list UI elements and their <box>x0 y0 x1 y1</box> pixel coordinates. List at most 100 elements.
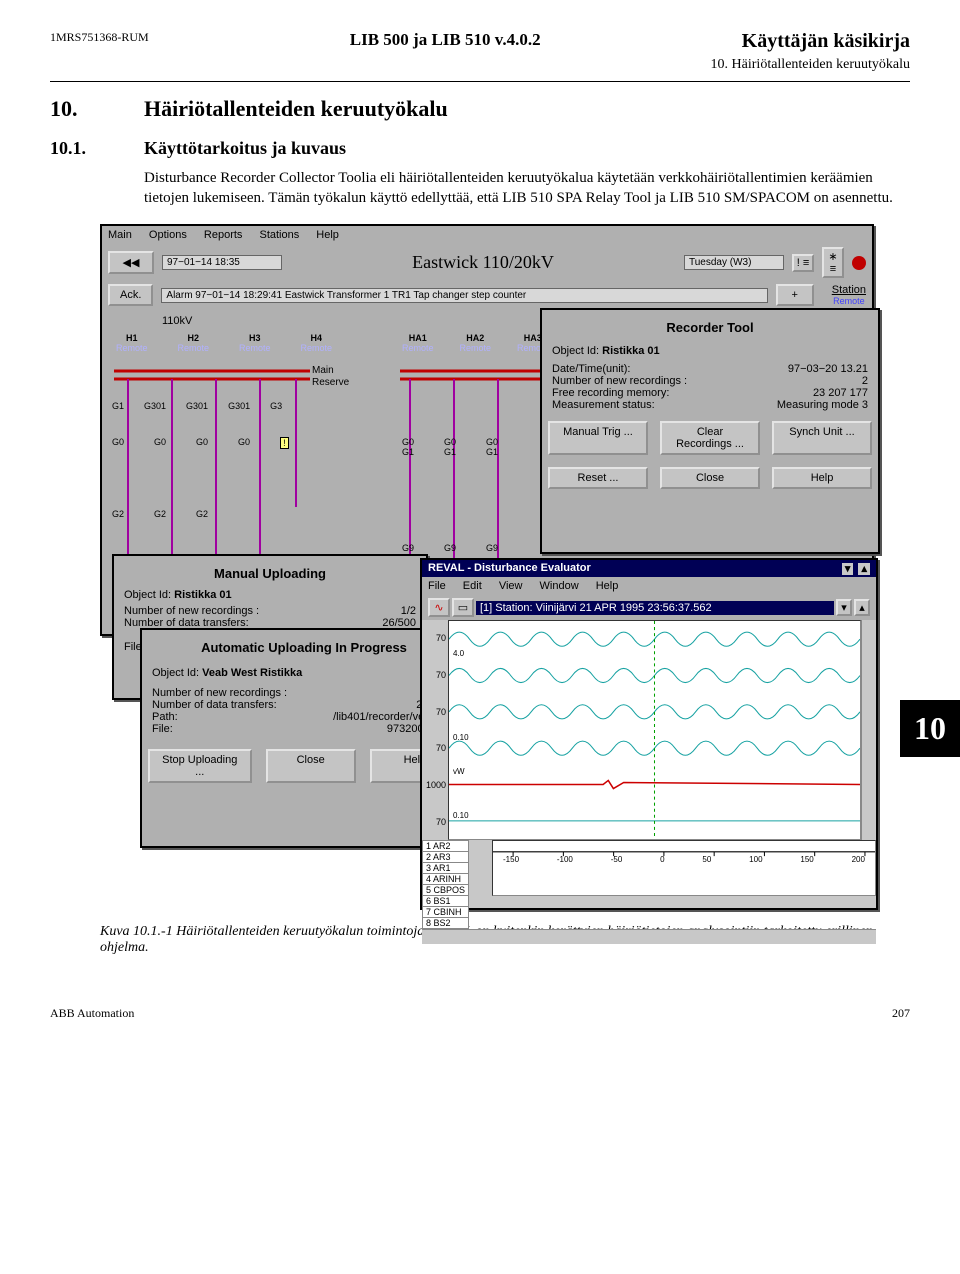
label-g301b: G301 <box>186 401 208 411</box>
reval-xtick: -150 <box>503 855 519 864</box>
lbl-g0f: G0 <box>444 437 456 447</box>
reval-menu-window[interactable]: Window <box>540 580 579 592</box>
reval-channel-row: 4 ARINH <box>423 874 469 885</box>
station-link[interactable]: Station <box>832 284 866 296</box>
alarm-led-icon <box>852 256 866 270</box>
lbl-g0g: G0 <box>486 437 498 447</box>
lbl-g0e: G0 <box>402 437 414 447</box>
stop-uploading-button[interactable]: Stop Uploading ... <box>148 749 252 783</box>
reval-ytick: 1000 <box>422 780 446 790</box>
reval-channel-row: 7 CBINH <box>423 907 469 918</box>
reval-tool-wave-icon[interactable]: ∿ <box>428 598 450 617</box>
bay-ha1: HA1 <box>409 333 427 343</box>
man-object-label: Object Id: <box>124 589 171 601</box>
header-rule <box>50 81 910 82</box>
bay-ha2: HA2 <box>466 333 484 343</box>
rec-row-label: Number of new recordings : <box>552 375 687 387</box>
auto-upload-title: Automatic Uploading In Progress <box>148 636 460 659</box>
bay-ha1-remote: Remote <box>402 343 434 353</box>
lbl-g9d: G9 <box>444 543 456 553</box>
reval-menu-help[interactable]: Help <box>596 580 619 592</box>
reval-station-bar: [1] Station: Viinijärvi 21 APR 1995 23:5… <box>476 601 834 615</box>
lbl-g9c: G9 <box>402 543 414 553</box>
bay-h1-remote: Remote <box>116 343 148 353</box>
datetime-field: 97−01−14 18:35 <box>162 255 282 270</box>
reval-ytick: 70 <box>422 817 446 827</box>
reval-scrollbar-h[interactable] <box>422 929 876 944</box>
lbl-g2c: G2 <box>196 509 208 519</box>
reval-channel-row: 1 AR2 <box>423 841 469 852</box>
station-title: Eastwick 110/20kV <box>290 252 676 273</box>
menu-main[interactable]: Main <box>108 229 132 241</box>
reval-channel-row: 6 BS1 <box>423 896 469 907</box>
auto-row-label: Path: <box>152 711 178 723</box>
list-icon[interactable]: ! ≡ <box>792 254 814 272</box>
body-paragraph: Disturbance Recorder Collector Toolia el… <box>144 169 910 208</box>
reval-sub1: 4.0 <box>453 649 464 658</box>
reval-inner-max[interactable]: ▴ <box>854 599 870 616</box>
reval-ytick: 70 <box>422 633 446 643</box>
rec-row-label: Free recording memory: <box>552 387 669 399</box>
reval-xtick: 50 <box>702 855 711 864</box>
rec-row-value: 2 <box>862 375 868 387</box>
reval-menu-edit[interactable]: Edit <box>463 580 482 592</box>
reval-scrollbar-v[interactable] <box>861 620 876 840</box>
synch-unit-button[interactable]: Synch Unit ... <box>772 421 872 455</box>
man-row-value: 1/2 <box>401 605 416 617</box>
footer-right: 207 <box>892 1006 910 1021</box>
ack-button[interactable]: Ack. <box>108 284 153 306</box>
rec-row-label: Measurement status: <box>552 399 655 411</box>
reval-title: REVAL - Disturbance Evaluator <box>428 562 591 575</box>
reset-button[interactable]: Reset ... <box>548 467 648 489</box>
reval-min-icon[interactable]: ▾ <box>842 563 854 575</box>
reval-menu-file[interactable]: File <box>428 580 446 592</box>
menu-stations[interactable]: Stations <box>259 229 299 241</box>
alarm-scroll-up[interactable]: + <box>776 284 814 306</box>
recorder-tool-window: Recorder Tool Object Id: Ristikka 01 Dat… <box>540 308 880 554</box>
reval-tool2[interactable]: ▭ <box>452 598 474 617</box>
rec-row-value: Measuring mode 3 <box>777 399 868 411</box>
rec-row-label: Date/Time(unit): <box>552 363 630 375</box>
rec-row-value: 97−03−20 13.21 <box>788 363 868 375</box>
reval-channel-row: 5 CBPOS <box>423 885 469 896</box>
rec-object-value: Ristikka 01 <box>602 345 659 357</box>
doc-number: 1MRS751368-RUM <box>50 30 149 45</box>
reval-xtick: 0 <box>660 855 664 864</box>
reval-sub3: vW <box>453 767 465 776</box>
reval-xtick: -50 <box>611 855 623 864</box>
manual-trig-button[interactable]: Manual Trig ... <box>548 421 648 455</box>
reval-inner-min[interactable]: ▾ <box>836 599 852 616</box>
menu-reports[interactable]: Reports <box>204 229 243 241</box>
close-button-recorder[interactable]: Close <box>660 467 760 489</box>
close-button-auto[interactable]: Close <box>266 749 356 783</box>
rec-row-value: 23 207 177 <box>813 387 868 399</box>
manual-upload-title: Manual Uploading <box>120 562 420 585</box>
menu-options[interactable]: Options <box>149 229 187 241</box>
label-g3: G3 <box>270 401 282 411</box>
reval-ytick: 70 <box>422 743 446 753</box>
reval-menubar: File Edit View Window Help <box>422 577 876 595</box>
station-remote-label: Remote <box>833 296 865 306</box>
figure-screenshot: Main Options Reports Stations Help ◀◀ 97… <box>100 224 880 914</box>
reval-window: REVAL - Disturbance Evaluator ▾ ▴ File E… <box>420 558 878 910</box>
reval-plot-area: 4.0 0.10 vW 0.10 <box>448 620 861 840</box>
help-button-recorder[interactable]: Help <box>772 467 872 489</box>
header-subtitle: 10. Häiriötallenteiden keruutyökalu <box>50 57 910 73</box>
reval-menu-view[interactable]: View <box>499 580 523 592</box>
reval-max-icon[interactable]: ▴ <box>858 563 870 575</box>
bay-h1: H1 <box>126 333 138 343</box>
man-object-value: Ristikka 01 <box>174 589 231 601</box>
weekday-field: Tuesday (W3) <box>684 255 784 270</box>
reval-xtick: -100 <box>557 855 573 864</box>
reval-sub2: 0.10 <box>453 733 469 742</box>
auto-object-value: Veab West Ristikka <box>202 667 302 679</box>
nav-back-button[interactable]: ◀◀ <box>108 251 154 274</box>
auto-uploading-window: Automatic Uploading In Progress Object I… <box>140 628 468 848</box>
auto-row-label: File: <box>152 723 173 735</box>
bay-h4-remote: Remote <box>301 343 333 353</box>
clear-recordings-button[interactable]: Clear Recordings ... <box>660 421 760 455</box>
reval-ytick: 70 <box>422 670 446 680</box>
list2-icon[interactable]: ∗ ≡ <box>822 247 844 278</box>
menu-help[interactable]: Help <box>316 229 339 241</box>
bay-ha2-remote: Remote <box>460 343 492 353</box>
